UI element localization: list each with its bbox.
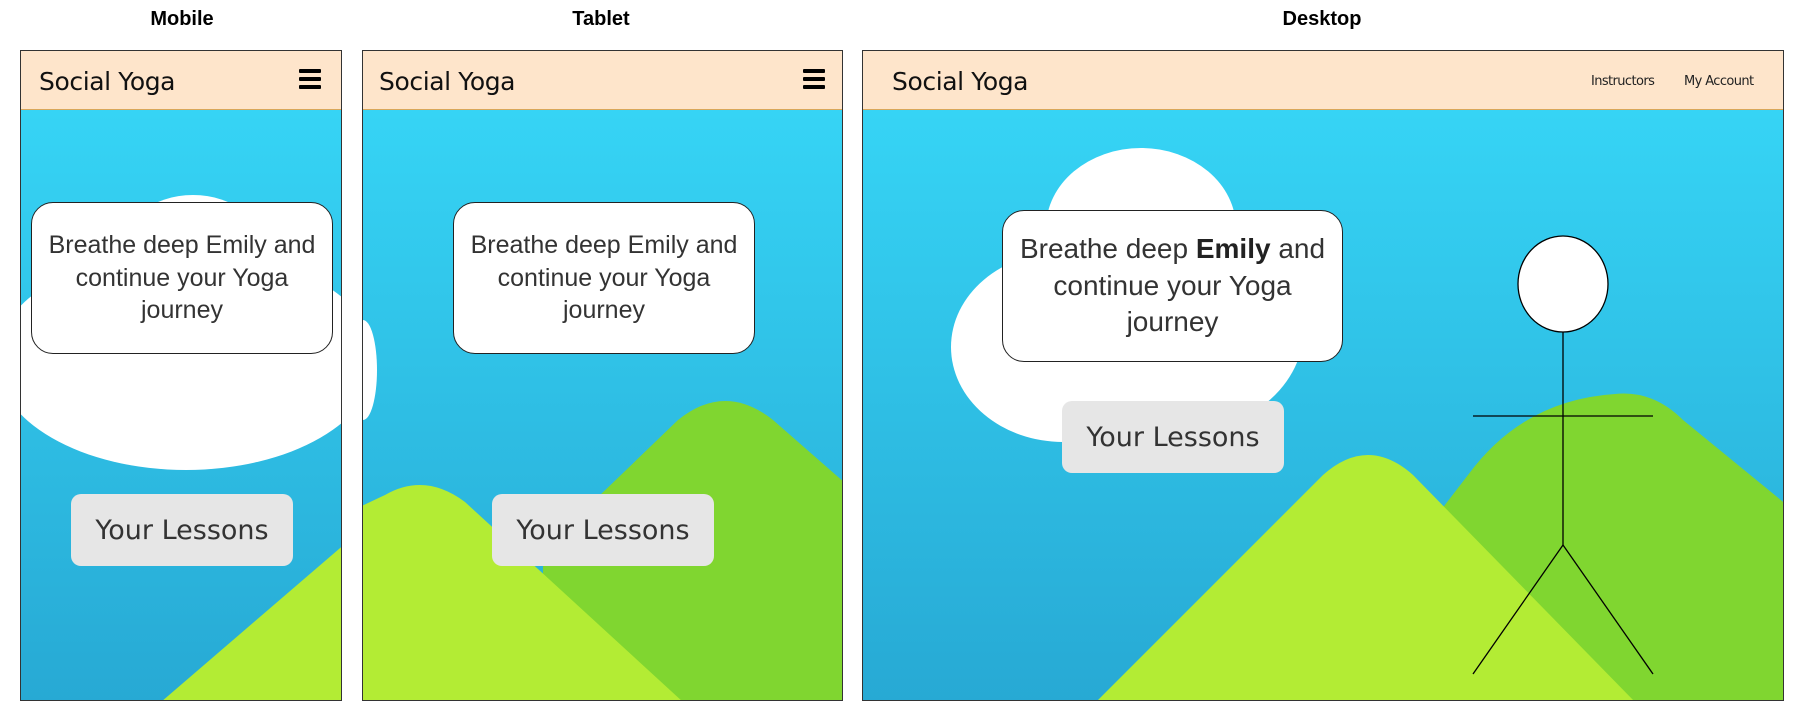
user-name: Emily bbox=[1195, 233, 1271, 265]
brand-logo[interactable]: Social Yoga bbox=[892, 67, 1029, 96]
caption-mobile: Mobile bbox=[150, 8, 214, 30]
your-lessons-button[interactable]: Your Lessons bbox=[1062, 401, 1284, 473]
tablet-mockup: Social Yoga Breathe deep Emily and conti… bbox=[362, 50, 843, 701]
tablet-hero: Breathe deep Emily and continue your Yog… bbox=[363, 110, 842, 700]
desktop-hero: Breathe deep Emily and continue your Yog… bbox=[863, 110, 1783, 700]
desktop-mockup: Social Yoga Instructors My Account Breat… bbox=[862, 50, 1784, 701]
brand-logo[interactable]: Social Yoga bbox=[39, 67, 176, 96]
mobile-mockup: Social Yoga Breathe deep Emily and conti… bbox=[20, 50, 342, 701]
hamburger-menu-icon[interactable] bbox=[803, 69, 825, 91]
your-lessons-button[interactable]: Your Lessons bbox=[492, 494, 714, 566]
mobile-header: Social Yoga bbox=[21, 51, 341, 110]
caption-desktop: Desktop bbox=[1282, 8, 1362, 30]
mobile-hero: Breathe deep Emily and continue your Yog… bbox=[21, 110, 341, 700]
tablet-hero-illustration bbox=[363, 110, 842, 700]
desktop-hero-illustration bbox=[863, 110, 1783, 700]
caption-tablet: Tablet bbox=[572, 8, 630, 30]
desktop-header: Social Yoga Instructors My Account bbox=[863, 51, 1783, 110]
nav-link-instructors[interactable]: Instructors bbox=[1591, 74, 1655, 89]
mobile-hero-illustration bbox=[21, 110, 341, 700]
greeting-bubble: Breathe deep Emily and continue your Yog… bbox=[31, 202, 333, 354]
hamburger-menu-icon[interactable] bbox=[299, 69, 321, 91]
greeting-bubble: Breathe deep Emily and continue your Yog… bbox=[1002, 210, 1343, 362]
greeting-bubble: Breathe deep Emily and continue your Yog… bbox=[453, 202, 755, 354]
your-lessons-button[interactable]: Your Lessons bbox=[71, 494, 293, 566]
tablet-header: Social Yoga bbox=[363, 51, 842, 110]
brand-logo[interactable]: Social Yoga bbox=[379, 67, 516, 96]
nav-link-my-account[interactable]: My Account bbox=[1684, 74, 1754, 89]
